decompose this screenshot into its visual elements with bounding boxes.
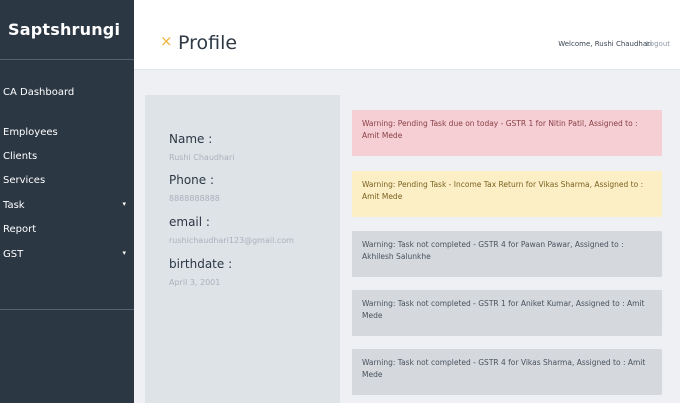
sidebar-item-gst[interactable]: GST ▾ — [0, 249, 134, 260]
close-icon[interactable]: × — [160, 34, 173, 49]
alert-task-not-completed: Warning: Task not completed - GSTR 4 for… — [352, 231, 662, 277]
sidebar-item-task[interactable]: Task ▾ — [0, 200, 134, 211]
sidebar-item-clients[interactable]: Clients — [0, 151, 134, 162]
brand-logo[interactable]: Saptshrungi — [0, 0, 134, 60]
caret-down-icon: ▾ — [122, 249, 126, 257]
alert-task-not-completed: Warning: Task not completed - GSTR 4 for… — [352, 349, 662, 395]
birthdate-label: birthdate : — [169, 257, 233, 271]
sidebar-item-label: Clients — [3, 151, 38, 162]
welcome-text: Welcome, Rushi Chaudhari — [558, 40, 652, 48]
sidebar-item-label: CA Dashboard — [3, 87, 75, 98]
page-header: × Profile Welcome, Rushi Chaudhari Logou… — [134, 0, 680, 70]
sidebar-divider — [0, 309, 134, 310]
sidebar-item-label: Services — [3, 175, 46, 186]
phone-value: 8888888888 — [169, 194, 220, 203]
alert-text: Warning: Pending Task - Income Tax Retur… — [362, 180, 644, 201]
name-value: Rushi Chaudhari — [169, 153, 235, 162]
logout-link[interactable]: Logout — [646, 40, 670, 48]
alert-text: Warning: Pending Task due on today - GST… — [362, 119, 638, 140]
sidebar-item-label: Task — [3, 200, 25, 211]
profile-card: Name : Rushi Chaudhari Phone : 888888888… — [145, 95, 340, 403]
sidebar-item-ca-dashboard[interactable]: CA Dashboard — [0, 87, 134, 98]
sidebar-item-report[interactable]: Report — [0, 224, 134, 235]
sidebar-item-label: Report — [3, 224, 37, 235]
sidebar-item-label: Employees — [3, 127, 58, 138]
sidebar-item-label: GST — [3, 249, 24, 260]
alert-text: Warning: Task not completed - GSTR 4 for… — [362, 240, 624, 261]
sidebar: Saptshrungi CA Dashboard Employees Clien… — [0, 0, 134, 403]
alert-pending-today: Warning: Pending Task due on today - GST… — [352, 110, 662, 156]
caret-down-icon: ▾ — [122, 200, 126, 208]
alert-text: Warning: Task not completed - GSTR 4 for… — [362, 358, 646, 379]
sidebar-item-services[interactable]: Services — [0, 175, 134, 186]
name-label: Name : — [169, 132, 213, 146]
email-value: rushichaudhari123@gmail.com — [169, 236, 294, 245]
alert-text: Warning: Task not completed - GSTR 1 for… — [362, 299, 645, 320]
birthdate-value: April 3, 2001 — [169, 278, 221, 287]
alert-task-not-completed: Warning: Task not completed - GSTR 1 for… — [352, 290, 662, 336]
page-title: Profile — [178, 32, 238, 54]
alert-pending-task: Warning: Pending Task - Income Tax Retur… — [352, 171, 662, 217]
email-label: email : — [169, 215, 210, 229]
phone-label: Phone : — [169, 173, 215, 187]
sidebar-item-employees[interactable]: Employees — [0, 127, 134, 138]
